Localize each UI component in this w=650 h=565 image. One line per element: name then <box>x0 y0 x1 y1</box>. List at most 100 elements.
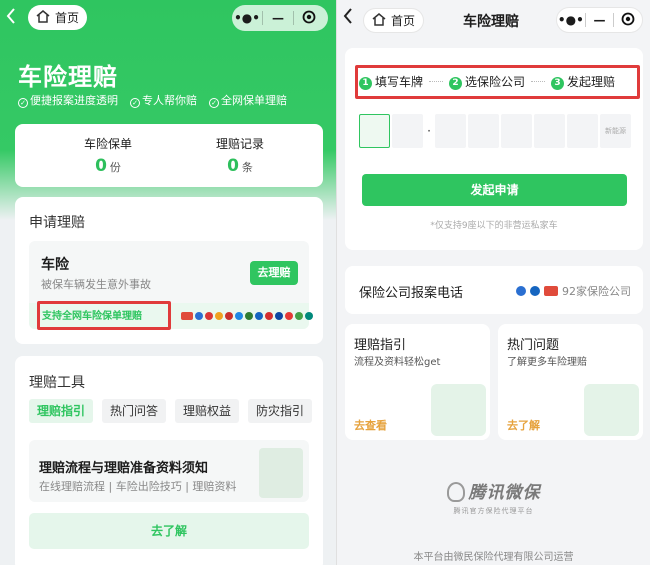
insurer-phone-card[interactable]: 保险公司报案电话 92家保险公司 <box>345 266 643 314</box>
insurer-logo-icon <box>181 312 193 320</box>
stat-policies[interactable]: 车险保单 0份 <box>43 135 173 176</box>
brand-name: 腾讯微保 <box>468 483 541 503</box>
home-icon <box>36 9 50 26</box>
book-icon <box>431 384 486 436</box>
submit-application-button[interactable]: 发起申请 <box>362 174 627 206</box>
home-button[interactable]: 首页 <box>363 8 425 33</box>
plate-separator: · <box>427 124 431 138</box>
insurer-logo-icon <box>255 312 263 320</box>
section-title: 申请理赔 <box>29 215 85 231</box>
insurer-logo-icon <box>265 312 273 320</box>
insurer-logo-icon <box>215 312 223 320</box>
feature-list: ✓ 便捷报案进度透明 ✓ 专人帮你赔 ✓ 全网保单理赔 <box>18 92 287 108</box>
more-icon[interactable]: •●• <box>232 11 262 25</box>
insurer-logo-icon <box>245 312 253 320</box>
back-arrow-icon[interactable] <box>343 8 357 26</box>
claim-tools-card: 理赔工具 理赔指引 热门问答 理赔权益 防灾指引 理赔流程与理赔准备资料须知 在… <box>15 356 323 565</box>
tools-tabs: 理赔指引 热门问答 理赔权益 防灾指引 <box>29 399 313 423</box>
insurer-count: 92家保险公司 <box>516 283 631 299</box>
guide-desc: 在线理赔流程 | 车险出险技巧 | 理赔资料 <box>39 480 237 493</box>
card-desc: 了解更多车险理赔 <box>507 357 587 368</box>
insurer-logo-icon <box>285 312 293 320</box>
more-icon[interactable]: •●• <box>557 13 585 27</box>
left-screen: 首页 •●• — 车险理赔 ✓ 便捷报案进度透明 ✓ 专人帮你赔 ✓ 全网保单理赔 车… <box>0 0 336 565</box>
check-circle-icon: ✓ <box>18 98 28 108</box>
plate-char-input[interactable] <box>392 114 423 148</box>
close-target-icon[interactable] <box>294 10 324 27</box>
insurer-logo-icon <box>225 312 233 320</box>
section-title: 理赔工具 <box>29 375 85 391</box>
learn-link[interactable]: 去了解 <box>507 417 540 433</box>
plate-char-input[interactable] <box>501 114 532 148</box>
stat-claims[interactable]: 理赔记录 0条 <box>175 135 305 176</box>
feature-item: ✓ 便捷报案进度透明 <box>18 92 118 108</box>
book-icon <box>259 448 303 498</box>
insurer-logos <box>181 312 313 320</box>
insurer-logo-icon <box>295 312 303 320</box>
view-link[interactable]: 去查看 <box>354 417 387 433</box>
go-claim-button[interactable]: 去理赔 <box>250 261 298 285</box>
tab-claim-guide[interactable]: 理赔指引 <box>29 399 94 423</box>
feature-item: ✓ 专人帮你赔 <box>130 92 197 108</box>
card-title: 热门问题 <box>507 338 560 353</box>
top-nav-bar: 首页 车险理赔 •●• — <box>337 0 650 40</box>
plate-char-input[interactable] <box>567 114 598 148</box>
insurer-logo-icon <box>195 312 203 320</box>
home-button[interactable]: 首页 <box>28 5 88 30</box>
insurer-logo-icon <box>205 312 213 320</box>
tab-disaster-guide[interactable]: 防灾指引 <box>248 399 313 423</box>
stat-label: 车险保单 <box>83 137 132 151</box>
top-nav-bar: 首页 •●• — <box>0 0 336 36</box>
eligibility-note: *仅支持9座以下的非营运私家车 <box>430 221 558 231</box>
right-screen: 首页 车险理赔 •●• — 1 填写车牌 2 选保险公司 3 发起理赔 · 新能… <box>337 0 650 565</box>
claim-item-desc: 被保车辆发生意外事故 <box>41 278 151 291</box>
check-circle-icon: ✓ <box>130 98 140 108</box>
support-strip: 支持全网车险保单理赔 <box>29 301 313 330</box>
plate-form-card: 1 填写车牌 2 选保险公司 3 发起理赔 · 新能源 发起申请 *仅支持9座以下的非… <box>345 48 643 250</box>
stat-value: 0份 <box>95 156 121 176</box>
brand-subtitle: 腾讯官方保险代理平台 <box>453 507 534 515</box>
feature-item: ✓ 全网保单理赔 <box>209 92 287 108</box>
home-label: 首页 <box>391 14 416 28</box>
tab-claim-rights[interactable]: 理赔权益 <box>175 399 240 423</box>
apply-claim-card: 申请理赔 车险 被保车辆发生意外事故 去理赔 支持全网车险保单理赔 <box>15 197 323 344</box>
stat-label: 理赔记录 <box>215 137 264 151</box>
plate-char-input[interactable] <box>435 114 466 148</box>
insurer-logo-icon <box>516 286 526 296</box>
highlight-box <box>355 65 640 99</box>
guide-title: 理赔流程与理赔准备资料须知 <box>39 461 209 476</box>
insurer-logo-icon <box>235 312 243 320</box>
mini-program-capsule: •●• — <box>232 5 328 31</box>
plate-char-input[interactable] <box>468 114 499 148</box>
car-icon <box>584 384 639 436</box>
highlight-box <box>37 301 171 330</box>
claim-item-title: 车险 <box>41 257 69 273</box>
insurer-logo-icon <box>544 286 558 296</box>
close-target-icon[interactable] <box>614 12 642 29</box>
guide-panel[interactable]: 理赔流程与理赔准备资料须知 在线理赔流程 | 车险出险技巧 | 理赔资料 <box>29 440 309 502</box>
minimize-icon[interactable]: — <box>586 13 614 27</box>
minimize-icon[interactable]: — <box>263 11 293 25</box>
new-energy-plate-input[interactable]: 新能源 <box>600 114 631 148</box>
brand-block: 腾讯微保 腾讯官方保险代理平台 <box>337 478 650 516</box>
footer-text: 本平台由微民保险代理有限公司运营 <box>413 552 574 563</box>
insurer-logo-icon <box>275 312 283 320</box>
insurer-logo-icon <box>530 286 540 296</box>
back-arrow-icon[interactable] <box>6 8 20 26</box>
brand-logo-icon <box>446 482 465 502</box>
claim-guide-card[interactable]: 理赔指引 流程及资料轻松get 去查看 <box>345 324 490 440</box>
stat-value: 0条 <box>227 156 253 176</box>
check-circle-icon: ✓ <box>209 98 219 108</box>
plate-char-input[interactable] <box>359 114 390 148</box>
phone-title: 保险公司报案电话 <box>359 286 464 301</box>
home-icon <box>372 12 386 29</box>
car-insurance-claim-item[interactable]: 车险 被保车辆发生意外事故 去理赔 支持全网车险保单理赔 <box>29 241 313 330</box>
stats-card: 车险保单 0份 理赔记录 0条 <box>15 124 323 187</box>
plate-char-input[interactable] <box>534 114 565 148</box>
card-title: 理赔指引 <box>354 338 407 353</box>
card-desc: 流程及资料轻松get <box>354 357 441 368</box>
tab-hot-qa[interactable]: 热门问答 <box>102 399 167 423</box>
brand-row: 腾讯微保 <box>337 478 650 503</box>
learn-more-button[interactable]: 去了解 <box>29 513 309 549</box>
hot-questions-card[interactable]: 热门问题 了解更多车险理赔 去了解 <box>498 324 643 440</box>
